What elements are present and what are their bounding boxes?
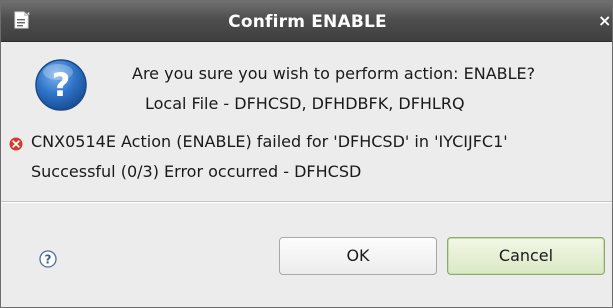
error-icon [9,137,23,151]
error-status: Successful (0/3) Error occurred - DFHCSD [31,162,362,181]
help-icon[interactable]: ? [39,250,57,268]
confirm-message: Are you sure you wish to perform action:… [132,64,536,83]
button-bar: ? OK Cancel [1,203,612,307]
question-icon: ? [35,59,87,111]
svg-text:?: ? [52,66,71,104]
resource-list: Local File - DFHCSD, DFHDBFK, DFHLRQ [145,94,465,113]
dialog-content: ? Are you sure you wish to perform actio… [1,42,612,200]
cancel-button[interactable]: Cancel [447,237,605,275]
ok-button[interactable]: OK [279,237,437,275]
dialog-title: Confirm ENABLE [228,12,387,32]
close-button[interactable]: × [598,10,612,32]
title-bar[interactable]: * Confirm ENABLE × [1,1,612,42]
close-icon: × [598,11,612,30]
svg-text:?: ? [45,252,52,266]
error-message: CNX0514E Action (ENABLE) failed for 'DFH… [31,132,508,151]
confirm-dialog: * Confirm ENABLE × ? Are you sure you wi… [0,0,613,308]
